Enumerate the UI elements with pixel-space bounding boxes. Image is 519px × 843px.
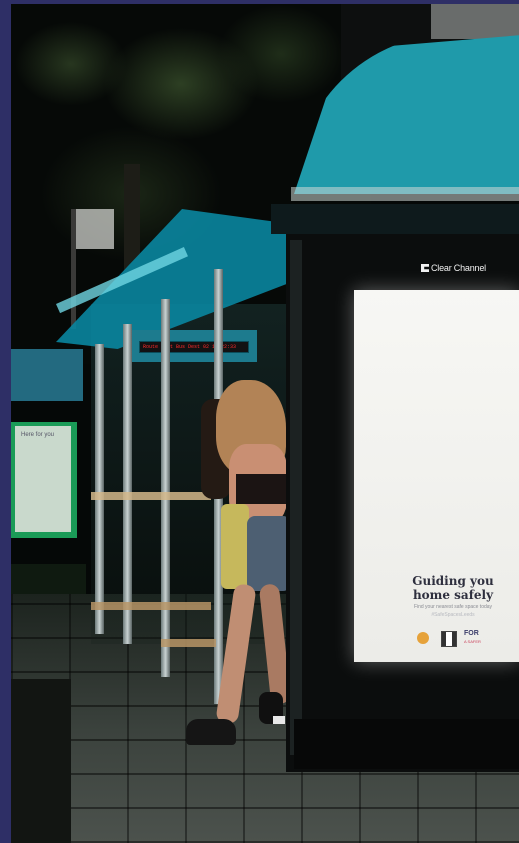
clear-channel-logo-icon [421, 264, 429, 272]
bus-display-screen: Route Next Bus Dest 02 11:22:33 [139, 341, 249, 353]
partner-badge-icon [417, 632, 429, 644]
shelter-pole [161, 299, 170, 677]
poster-headline-line2: home safely [412, 588, 494, 602]
shelter-pole [95, 344, 104, 634]
person-bag [221, 504, 249, 589]
bench-rail [91, 602, 211, 610]
person-shoe [186, 719, 236, 745]
canopy-light-strip [291, 187, 519, 201]
partner-logo: FOR [464, 630, 479, 637]
advert-panel-edge [290, 240, 302, 755]
advert-poster: Guiding you home safely Find your neares… [354, 290, 519, 662]
shoe-sole [273, 716, 285, 724]
qr-code-icon [441, 631, 457, 647]
poster-hashtag: #SafeSpacesLeeds [431, 612, 475, 618]
page-frame: Here for you Route Next Bus Dest 02 11:2… [0, 0, 519, 843]
night-bus-stop-photo: Here for you Route Next Bus Dest 02 11:2… [11, 4, 519, 843]
far-shelter-advert: Here for you [11, 422, 77, 538]
poster-headline-line1: Guiding you [412, 574, 494, 588]
street-sign [76, 209, 114, 249]
advert-brand: Clear Channel [421, 263, 486, 273]
shelter-beam [271, 204, 519, 234]
bench-rail [161, 639, 216, 647]
bench-rail [91, 492, 211, 500]
far-shelter-roof [11, 349, 83, 401]
building-facade [431, 4, 519, 39]
bus-arrival-display: Route Next Bus Dest 02 11:22:33 [131, 330, 257, 362]
poster-headline: Guiding you home safely [398, 574, 508, 602]
advert-panel-base [294, 719, 519, 769]
far-advert-screen: Here for you [15, 426, 71, 532]
shelter-pole [123, 324, 132, 644]
partner-logo-sub: A SAFER [464, 639, 481, 644]
far-advert-text: Here for you [21, 432, 55, 438]
road-curb [11, 679, 71, 843]
poster-subline: Find your nearest safe space today [413, 604, 493, 610]
person-shorts [247, 516, 291, 591]
advert-brand-label: Clear Channel [431, 263, 486, 273]
person-top [236, 474, 286, 504]
